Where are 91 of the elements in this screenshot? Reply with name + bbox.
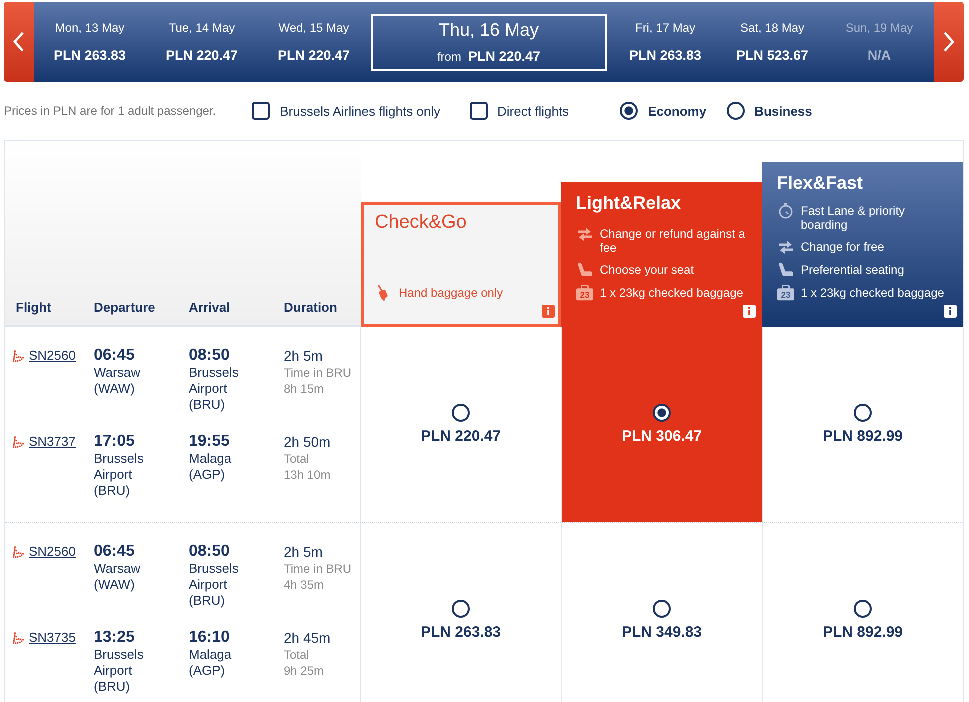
radio-button[interactable] xyxy=(726,102,745,120)
fare-title: Check&Go xyxy=(375,213,468,233)
checkbox[interactable] xyxy=(252,102,270,120)
date-tab[interactable]: Sat, 18 May PLN 523.67 xyxy=(733,20,812,64)
date-tab[interactable]: Sun, 19 May N/A xyxy=(842,20,916,64)
duration-note-value: 13h 10m xyxy=(284,467,331,483)
seat-icon xyxy=(777,262,795,278)
departure-airport: Brussels Airport (BRU) xyxy=(94,451,145,499)
radio-button[interactable] xyxy=(620,102,638,120)
arrival-airport: Malaga (AGP) xyxy=(189,647,233,679)
fare-title: Light&Relax xyxy=(576,192,682,214)
flight-duration: 2h 50m xyxy=(284,433,331,451)
departure-time: 06:45 xyxy=(94,347,135,365)
fare-feature: 1 x 23kg checked baggage xyxy=(801,286,944,300)
flight-number-link[interactable]: SN3737 xyxy=(29,433,76,451)
duration-note-value: 8h 15m xyxy=(284,381,324,397)
dotted-logo-icon xyxy=(12,632,25,644)
departure-time: 17:05 xyxy=(94,433,135,451)
date-tab[interactable]: Tue, 14 May PLN 220.47 xyxy=(162,20,242,64)
fare-price: PLN 220.47 xyxy=(420,428,502,446)
checkbox-label[interactable]: Brussels Airlines flights only xyxy=(280,104,441,118)
dotted-logo-icon xyxy=(12,436,25,448)
arrival-airport: Malaga (AGP) xyxy=(189,451,233,483)
flight-number-link[interactable]: SN2560 xyxy=(29,543,76,561)
column-header: Arrival xyxy=(189,300,232,316)
fare-price: PLN 306.47 xyxy=(622,428,702,446)
arrival-airport: Brussels Airport (BRU) xyxy=(189,561,240,609)
dotted-logo-icon xyxy=(12,546,25,558)
arrival-time: 16:10 xyxy=(189,629,230,647)
chevron-left-icon xyxy=(13,31,25,53)
fare-price: PLN 263.83 xyxy=(420,624,502,642)
arrival-time: 19:55 xyxy=(189,433,230,451)
fare-feature: Choose your seat xyxy=(600,263,694,277)
radio-button[interactable] xyxy=(452,600,470,618)
departure-airport: Brussels Airport (BRU) xyxy=(94,647,145,695)
checkbox[interactable] xyxy=(470,102,488,120)
flight-duration: 2h 5m xyxy=(284,347,323,365)
date-tab[interactable]: Mon, 13 May PLN 263.83 xyxy=(50,20,130,64)
arrival-time: 08:50 xyxy=(189,347,230,365)
radio-button[interactable] xyxy=(854,404,872,422)
radio-label[interactable]: Business xyxy=(754,104,812,118)
fare-feature: 1 x 23kg checked baggage xyxy=(600,286,744,300)
next-button[interactable] xyxy=(934,2,964,82)
radio-label[interactable]: Economy xyxy=(648,104,707,118)
arrival-airport: Brussels Airport (BRU) xyxy=(189,365,240,413)
column-header: Departure xyxy=(94,300,156,316)
radio-button[interactable] xyxy=(854,600,872,618)
flight-duration: 2h 5m xyxy=(284,543,323,561)
fare-price: PLN 349.83 xyxy=(622,624,702,642)
fare-price: PLN 892.99 xyxy=(822,428,904,446)
column-header: Flight xyxy=(16,300,52,316)
departure-time: 13:25 xyxy=(94,629,135,647)
duration-note-value: 9h 25m xyxy=(284,663,324,679)
dotted-logo-icon xyxy=(12,350,25,362)
fare-price: PLN 892.99 xyxy=(822,624,904,642)
flight-number-link[interactable]: SN3735 xyxy=(29,629,76,647)
radio-button[interactable] xyxy=(653,600,671,618)
fare-title: Flex&Fast xyxy=(777,172,864,194)
duration-note-label: Total xyxy=(284,451,310,467)
date-tab[interactable]: Fri, 17 May PLN 263.83 xyxy=(626,20,705,64)
radio-button[interactable] xyxy=(452,404,470,422)
date-tab[interactable]: Wed, 15 May PLN 220.47 xyxy=(274,20,354,64)
checkbox-label[interactable]: Direct flights xyxy=(498,104,570,118)
info-icon[interactable] xyxy=(743,305,756,318)
price-note: Prices in PLN are for 1 adult passenger. xyxy=(4,104,216,118)
seat-icon xyxy=(576,262,594,278)
previous-button[interactable] xyxy=(4,2,34,82)
duration-note-label: Total xyxy=(284,647,310,663)
fare-feature: Change for free xyxy=(801,240,884,254)
info-icon[interactable] xyxy=(944,305,957,318)
departure-airport: Warsaw (WAW) xyxy=(94,365,142,397)
departure-airport: Warsaw (WAW) xyxy=(94,561,142,593)
date-tab[interactable]: Thu, 16 May from PLN 220.47 xyxy=(371,14,607,70)
stopwatch-icon xyxy=(777,203,795,219)
chevron-right-icon xyxy=(943,31,955,53)
column-header: Duration xyxy=(284,300,338,316)
duration-note-label: Time in BRU xyxy=(284,365,352,381)
flight-duration: 2h 45m xyxy=(284,629,331,647)
duration-note-value: 4h 35m xyxy=(284,577,324,593)
departure-time: 06:45 xyxy=(94,543,135,561)
arrival-time: 08:50 xyxy=(189,543,230,561)
flight-number-link[interactable]: SN2560 xyxy=(29,347,76,365)
fare-price-cell[interactable]: PLN 306.47 xyxy=(561,327,762,522)
swap-arrows-icon xyxy=(777,239,795,255)
swap-arrows-icon xyxy=(576,226,594,242)
duration-note-label: Time in BRU xyxy=(284,561,352,577)
fare-feature: Change or refund against a fee xyxy=(600,227,746,255)
fare-feature: Preferential seating xyxy=(801,263,904,277)
fare-feature: Hand baggage only xyxy=(399,286,504,300)
radio-button[interactable] xyxy=(653,404,671,422)
fare-feature: Fast Lane & priority boarding xyxy=(801,204,906,232)
